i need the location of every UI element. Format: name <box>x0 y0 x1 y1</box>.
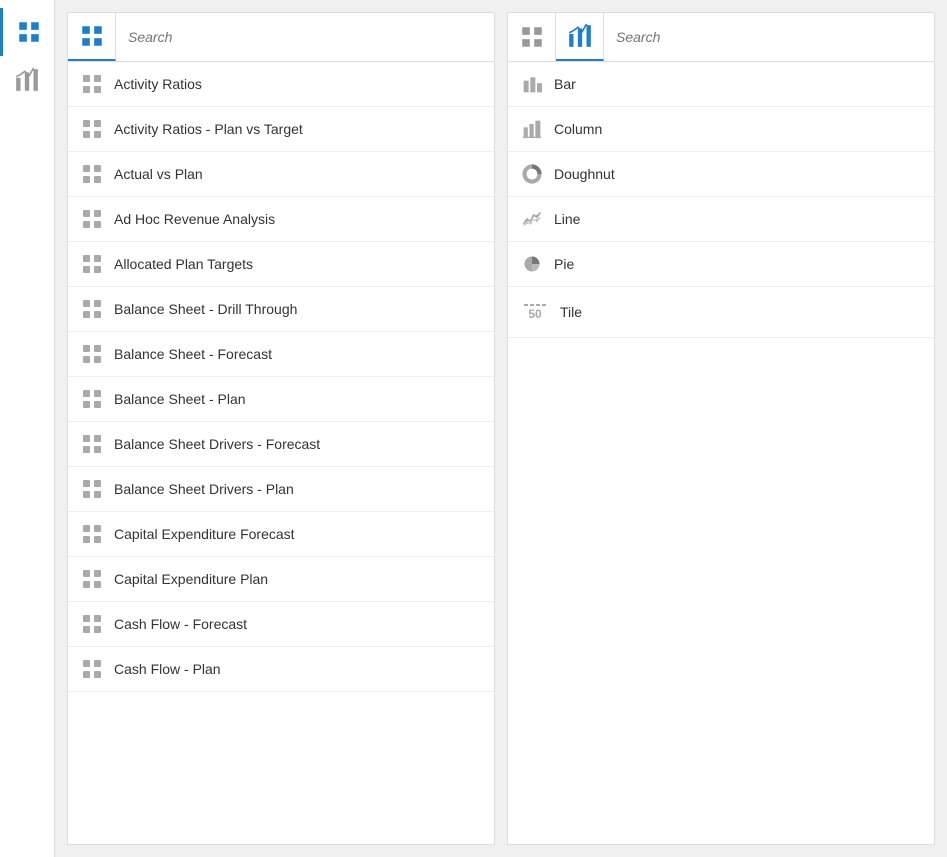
line-chart-icon <box>522 209 542 229</box>
chart-item-label: Bar <box>554 76 576 92</box>
chart-item-label: Doughnut <box>554 166 615 182</box>
list-item-label: Activity Ratios <box>114 76 202 92</box>
right-panel-header <box>508 13 934 62</box>
left-sidebar <box>0 0 55 857</box>
list-item-label: Capital Expenditure Plan <box>114 571 268 587</box>
right-grid-icon <box>519 24 545 50</box>
list-item[interactable]: Cash Flow - Plan <box>68 647 494 692</box>
item-grid-icon <box>82 614 102 634</box>
list-item-label: Ad Hoc Revenue Analysis <box>114 211 275 227</box>
item-grid-icon <box>82 659 102 679</box>
list-item[interactable]: Balance Sheet Drivers - Plan <box>68 467 494 512</box>
left-tab-grid[interactable] <box>68 13 116 61</box>
right-panel: Bar Column Doughnut Line Pie 50 Tile <box>507 12 935 845</box>
left-panel: Activity Ratios Activity Ratios - Plan v… <box>67 12 495 845</box>
item-grid-icon <box>82 524 102 544</box>
list-item-label: Cash Flow - Forecast <box>114 616 247 632</box>
list-item[interactable]: Balance Sheet - Drill Through <box>68 287 494 332</box>
list-item[interactable]: Ad Hoc Revenue Analysis <box>68 197 494 242</box>
item-grid-icon <box>82 299 102 319</box>
list-item[interactable]: Capital Expenditure Forecast <box>68 512 494 557</box>
list-item[interactable]: Cash Flow - Forecast <box>68 602 494 647</box>
list-item[interactable]: Activity Ratios - Plan vs Target <box>68 107 494 152</box>
left-grid-icon <box>79 23 105 49</box>
item-grid-icon <box>82 119 102 139</box>
list-item[interactable]: Activity Ratios <box>68 62 494 107</box>
item-grid-icon <box>82 209 102 229</box>
item-grid-icon <box>82 479 102 499</box>
item-grid-icon <box>82 74 102 94</box>
sidebar-item-chart[interactable] <box>0 56 54 104</box>
left-list: Activity Ratios Activity Ratios - Plan v… <box>68 62 494 844</box>
chart-item-label: Tile <box>560 304 582 320</box>
list-item-label: Balance Sheet - Forecast <box>114 346 272 362</box>
item-grid-icon <box>82 254 102 274</box>
sidebar-item-grid[interactable] <box>0 8 54 56</box>
list-item-label: Activity Ratios - Plan vs Target <box>114 121 303 137</box>
chart-list-item[interactable]: Pie <box>508 242 934 287</box>
right-tab-grid[interactable] <box>508 13 556 61</box>
list-item[interactable]: Allocated Plan Targets <box>68 242 494 287</box>
list-item[interactable]: Capital Expenditure Plan <box>68 557 494 602</box>
grid-icon <box>16 19 42 45</box>
list-item-label: Balance Sheet - Plan <box>114 391 246 407</box>
chart-list-item[interactable]: 50 Tile <box>508 287 934 338</box>
list-item-label: Balance Sheet Drivers - Forecast <box>114 436 320 452</box>
chart-item-label: Column <box>554 121 602 137</box>
list-item-label: Cash Flow - Plan <box>114 661 221 677</box>
item-grid-icon <box>82 389 102 409</box>
list-item-label: Capital Expenditure Forecast <box>114 526 295 542</box>
left-panel-header <box>68 13 494 62</box>
chart-list-item[interactable]: Bar <box>508 62 934 107</box>
item-grid-icon <box>82 434 102 454</box>
bar-chart-icon <box>522 74 542 94</box>
doughnut-chart-icon <box>522 164 542 184</box>
list-item-label: Actual vs Plan <box>114 166 203 182</box>
column-chart-icon <box>522 119 542 139</box>
list-item-label: Balance Sheet Drivers - Plan <box>114 481 294 497</box>
list-item[interactable]: Actual vs Plan <box>68 152 494 197</box>
list-item[interactable]: Balance Sheet - Plan <box>68 377 494 422</box>
item-grid-icon <box>82 164 102 184</box>
chart-list-item[interactable]: Doughnut <box>508 152 934 197</box>
right-tab-chart[interactable] <box>556 13 604 61</box>
right-list: Bar Column Doughnut Line Pie 50 Tile <box>508 62 934 844</box>
item-grid-icon <box>82 344 102 364</box>
chart-item-label: Line <box>554 211 580 227</box>
list-item-label: Balance Sheet - Drill Through <box>114 301 297 317</box>
left-search-input[interactable] <box>128 29 482 45</box>
item-grid-icon <box>82 569 102 589</box>
chart-list-item[interactable]: Line <box>508 197 934 242</box>
right-search-input[interactable] <box>616 29 922 45</box>
list-item[interactable]: Balance Sheet - Forecast <box>68 332 494 377</box>
list-item[interactable]: Balance Sheet Drivers - Forecast <box>68 422 494 467</box>
chart-item-label: Pie <box>554 256 574 272</box>
chart-list-item[interactable]: Column <box>508 107 934 152</box>
list-item-label: Allocated Plan Targets <box>114 256 253 272</box>
main-content: Activity Ratios Activity Ratios - Plan v… <box>55 0 947 857</box>
pie-chart-icon <box>522 254 542 274</box>
chart-icon <box>14 67 40 93</box>
tile-chart-icon: 50 <box>522 299 548 325</box>
right-chart-icon <box>567 23 593 49</box>
